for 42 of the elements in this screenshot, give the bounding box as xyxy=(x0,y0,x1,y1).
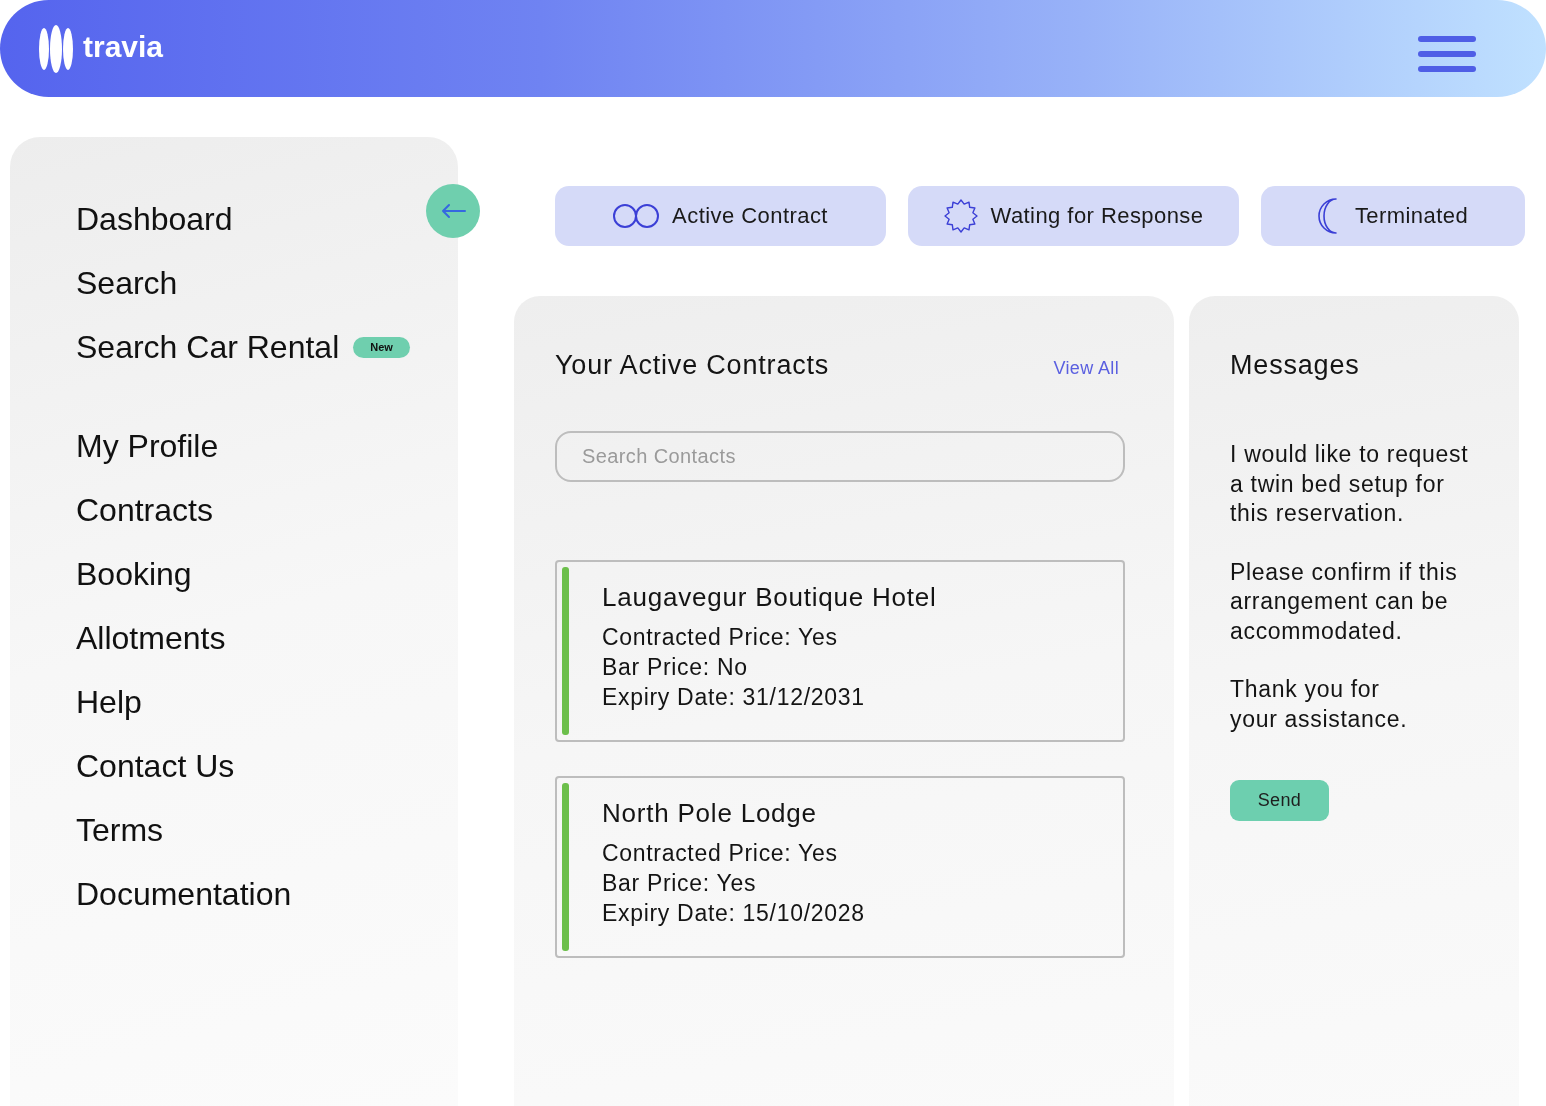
panel-title: Messages xyxy=(1230,349,1361,381)
brand-name: travia xyxy=(83,29,164,65)
message-text: I would like to request a twin bed setup for this reservation. xyxy=(1230,440,1470,528)
nav-item[interactable]: Terms xyxy=(76,810,164,850)
arrow-left-icon xyxy=(440,203,466,219)
send-button[interactable]: Send xyxy=(1230,780,1329,821)
infinity-icon xyxy=(613,203,660,229)
contract-detail: Bar Price: No xyxy=(602,653,749,682)
contract-detail: Bar Price: Yes xyxy=(602,869,758,898)
menu-icon[interactable] xyxy=(1418,35,1476,72)
nav-item[interactable]: Search Car Rental xyxy=(76,327,340,367)
filter-tab[interactable]: Terminated xyxy=(1261,186,1525,246)
contract-card[interactable]: North Pole Lodge Contracted Price: Yes Bar Price: Yes Expiry Date: 15/10/2028 xyxy=(555,776,1125,958)
nav-item[interactable]: Booking xyxy=(76,554,192,594)
accent-bar-icon xyxy=(562,567,569,735)
contract-detail: Contracted Price: Yes xyxy=(602,623,839,652)
contract-detail: Contracted Price: Yes xyxy=(602,839,839,868)
nav-item[interactable]: Contracts xyxy=(76,490,213,530)
search-field[interactable]: Search Contacts xyxy=(555,431,1125,482)
nav-item[interactable]: Documentation xyxy=(76,874,292,914)
accent-bar-icon xyxy=(562,783,569,951)
contract-name: North Pole Lodge xyxy=(602,797,818,829)
contract-name: Laugavegur Boutique Hotel xyxy=(602,581,937,613)
view-all-link[interactable]: View All xyxy=(1053,358,1119,379)
starburst-icon xyxy=(943,199,978,233)
nav-item[interactable]: Help xyxy=(76,682,142,722)
filter-tab[interactable]: Wating for Response xyxy=(908,186,1239,246)
nav-item[interactable]: My Profile xyxy=(76,426,219,466)
message-text: Please confirm if this arrangement can be accommodated. xyxy=(1230,557,1459,646)
new-badge: New xyxy=(353,336,410,358)
nav-item[interactable]: Contact Us xyxy=(76,746,235,786)
contract-detail: Expiry Date: 15/10/2028 xyxy=(602,899,865,928)
filter-tab[interactable]: Active Contract xyxy=(555,186,886,246)
contract-detail: Expiry Date: 31/12/2031 xyxy=(602,683,866,712)
contract-card[interactable]: Laugavegur Boutique Hotel Contracted Price: Yes Bar Price: No Expiry Date: 31/12/2031 xyxy=(555,560,1125,742)
nav-item[interactable]: Search xyxy=(76,263,178,303)
message-text: Thank you for your assistance. xyxy=(1230,675,1409,734)
collapse-button[interactable] xyxy=(426,184,480,238)
nav-item[interactable]: Dashboard xyxy=(76,199,233,239)
logo-icon xyxy=(38,24,74,73)
panel-title: Your Active Contracts xyxy=(555,349,830,381)
nav-item[interactable]: Allotments xyxy=(76,618,226,658)
